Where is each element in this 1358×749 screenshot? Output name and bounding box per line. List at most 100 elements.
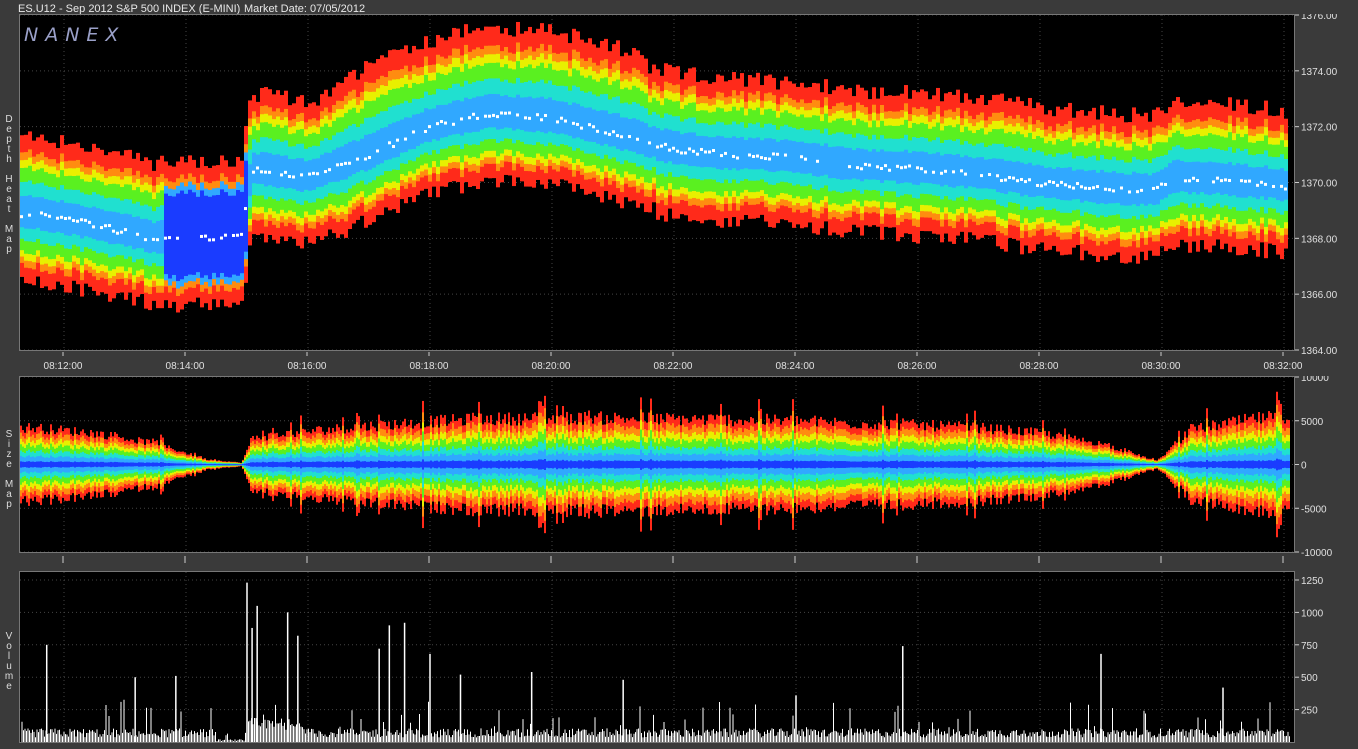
depth-band	[140, 218, 144, 249]
depth-band	[172, 222, 176, 252]
depth-column	[812, 82, 816, 234]
size-column	[566, 411, 568, 518]
depth-column	[192, 159, 196, 303]
depth-band	[1016, 161, 1020, 193]
size-band	[48, 462, 50, 467]
size-column	[212, 460, 214, 469]
size-band	[150, 462, 152, 467]
size-column	[100, 431, 102, 498]
depth-band	[76, 204, 80, 236]
size-band	[108, 462, 110, 467]
size-column	[214, 459, 216, 470]
depth-column	[1148, 121, 1152, 251]
size-column	[20, 425, 22, 504]
depth-column	[540, 23, 544, 185]
size-band	[276, 461, 278, 468]
depth-heatmap-panel[interactable]	[19, 14, 1295, 351]
depth-column	[696, 81, 700, 222]
depth-band	[980, 157, 984, 189]
depth-column	[52, 142, 56, 290]
trade-mark	[756, 154, 759, 158]
depth-band	[920, 151, 924, 183]
depth-column	[176, 161, 180, 313]
size-band	[336, 461, 338, 468]
size-band	[308, 461, 310, 468]
size-band	[448, 461, 450, 468]
depth-column	[188, 155, 192, 302]
trade-mark	[68, 216, 71, 220]
size-map-panel[interactable]	[19, 376, 1295, 553]
size-band	[22, 461, 24, 468]
trade-mark	[880, 166, 883, 170]
size-column	[94, 437, 96, 492]
size-column	[254, 439, 256, 490]
size-band	[274, 462, 276, 467]
size-band	[116, 462, 118, 467]
size-column	[206, 459, 208, 470]
size-column	[320, 427, 322, 502]
depth-band	[516, 94, 520, 129]
depth-column	[740, 73, 744, 220]
depth-column	[652, 64, 656, 203]
size-column	[624, 422, 626, 507]
size-column	[478, 401, 480, 528]
depth-column	[296, 96, 300, 246]
size-band	[498, 460, 500, 469]
depth-band	[328, 152, 332, 183]
size-column	[76, 433, 78, 496]
depth-band	[448, 103, 452, 136]
trade-mark	[364, 157, 367, 161]
trade-mark	[344, 161, 347, 165]
size-column	[208, 460, 210, 469]
depth-band	[832, 146, 836, 178]
depth-column	[204, 166, 208, 304]
depth-band	[180, 219, 184, 254]
trade-mark	[700, 147, 703, 151]
size-column	[354, 424, 356, 505]
trade-mark	[1140, 188, 1143, 192]
trade-mark	[588, 123, 591, 127]
size-band	[512, 460, 514, 469]
size-column	[350, 428, 352, 501]
depth-column	[1260, 110, 1264, 243]
size-band	[160, 462, 162, 467]
size-column	[344, 433, 346, 496]
trade-mark	[1012, 176, 1015, 180]
trade-mark	[576, 122, 579, 126]
size-band	[444, 460, 446, 469]
depth-band	[164, 221, 168, 252]
depth-band	[964, 155, 968, 189]
depth-column	[948, 91, 952, 242]
trade-mark	[688, 147, 691, 151]
size-band	[542, 459, 544, 470]
size-column	[532, 413, 534, 516]
size-band	[388, 461, 390, 468]
depth-band	[948, 153, 952, 187]
size-band	[198, 463, 200, 466]
size-column	[546, 423, 548, 506]
size-column	[184, 452, 186, 477]
size-band	[622, 460, 624, 469]
depth-band	[788, 140, 792, 172]
depth-band	[1184, 162, 1188, 192]
depth-column	[520, 33, 524, 182]
size-column	[366, 430, 368, 499]
size-band	[434, 460, 436, 469]
size-band	[88, 462, 90, 467]
trade-mark	[664, 142, 667, 146]
depth-band	[468, 98, 472, 133]
size-column	[24, 432, 26, 497]
size-column	[592, 423, 594, 506]
depth-column	[484, 26, 488, 178]
size-column	[614, 412, 616, 517]
size-column	[622, 417, 624, 512]
depth-band	[880, 149, 884, 183]
size-column	[458, 418, 460, 511]
depth-column	[240, 160, 244, 301]
depth-column	[720, 75, 724, 228]
size-column	[464, 425, 466, 504]
trade-mark	[604, 131, 607, 135]
depth-x-tick-label: 08:14:00	[166, 361, 205, 372]
depth-column	[1012, 101, 1016, 239]
depth-column	[1116, 117, 1120, 253]
